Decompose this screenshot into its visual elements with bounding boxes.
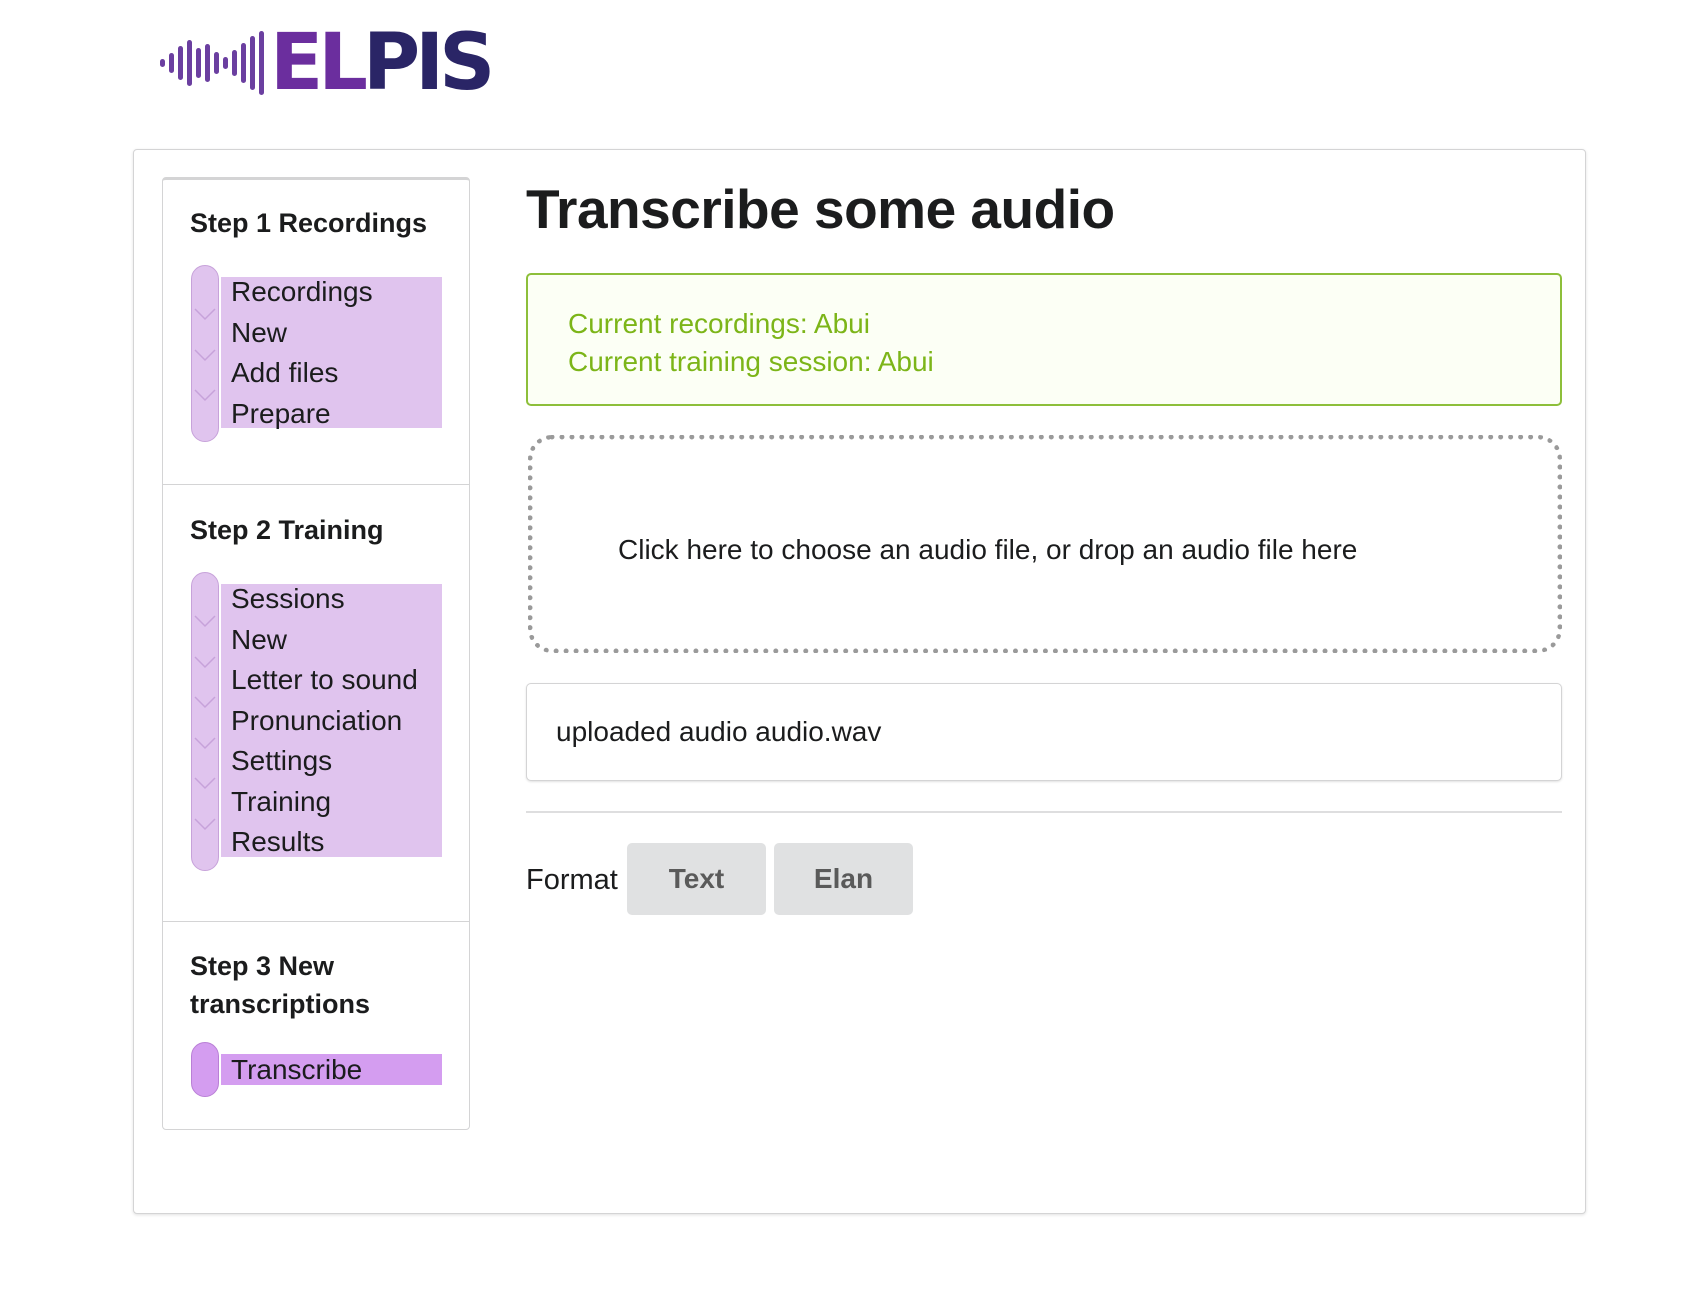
substep-transcribe[interactable]: Transcribe <box>231 1050 362 1090</box>
substep-results[interactable]: Results <box>231 822 324 862</box>
substep-add-files[interactable]: Add files <box>231 353 338 393</box>
dropzone-text: Click here to choose an audio file, or d… <box>618 534 1358 565</box>
chevron-down-icon <box>193 307 217 321</box>
step-title: Step 2 Training <box>190 515 384 545</box>
logo-wordmark: EL PIS <box>270 18 495 108</box>
chevron-down-icon <box>193 655 217 669</box>
logo-text-pis: PIS <box>362 18 495 108</box>
current-session-text: Current training session: Abui <box>568 346 934 377</box>
substep-track <box>191 1042 219 1097</box>
format-elan-button[interactable]: Elan <box>774 843 913 915</box>
audio-dropzone[interactable]: Click here to choose an audio file, or d… <box>528 435 1562 653</box>
chevron-down-icon <box>193 614 217 628</box>
step-new-transcriptions: Step 3 New transcriptions Transcribe <box>163 922 469 1130</box>
current-info-message: Current recordings: Abui Current trainin… <box>526 273 1562 406</box>
step-training: Step 2 Training Sessions New Letter to s… <box>163 485 469 922</box>
elpis-logo[interactable]: EL PIS <box>160 18 495 108</box>
format-text-button[interactable]: Text <box>627 843 766 915</box>
substep-prepare[interactable]: Prepare <box>231 394 331 434</box>
step-title: Step 3 New transcriptions <box>190 951 371 1019</box>
step-title: Step 1 Recordings <box>190 208 428 238</box>
chevron-down-icon <box>193 776 217 790</box>
divider <box>526 811 1562 813</box>
chevron-down-icon <box>193 736 217 750</box>
substep-letter-to-sound[interactable]: Letter to sound <box>231 660 418 700</box>
uploaded-file-text: uploaded audio audio.wav <box>556 716 882 747</box>
chevron-down-icon <box>193 388 217 402</box>
logo-text-el: EL <box>270 18 368 108</box>
substep-new-recording[interactable]: New <box>231 313 287 353</box>
page-title: Transcribe some audio <box>526 178 1115 240</box>
format-label: Format <box>526 864 618 896</box>
chevron-down-icon <box>193 695 217 709</box>
uploaded-file-segment: uploaded audio audio.wav <box>526 683 1562 781</box>
substep-settings[interactable]: Settings <box>231 741 332 781</box>
chevron-down-icon <box>193 348 217 362</box>
step-recordings: Step 1 Recordings Recordings New Add fil… <box>163 180 469 485</box>
steps-sidebar: Step 1 Recordings Recordings New Add fil… <box>162 177 470 1130</box>
substep-sessions[interactable]: Sessions <box>231 579 345 619</box>
substep-recordings[interactable]: Recordings <box>231 272 373 312</box>
current-recordings-text: Current recordings: Abui <box>568 308 870 339</box>
substep-new-session[interactable]: New <box>231 620 287 660</box>
substep-pronunciation[interactable]: Pronunciation <box>231 701 402 741</box>
chevron-down-icon <box>193 817 217 831</box>
substep-training[interactable]: Training <box>231 782 331 822</box>
audio-wave-icon <box>160 31 264 95</box>
